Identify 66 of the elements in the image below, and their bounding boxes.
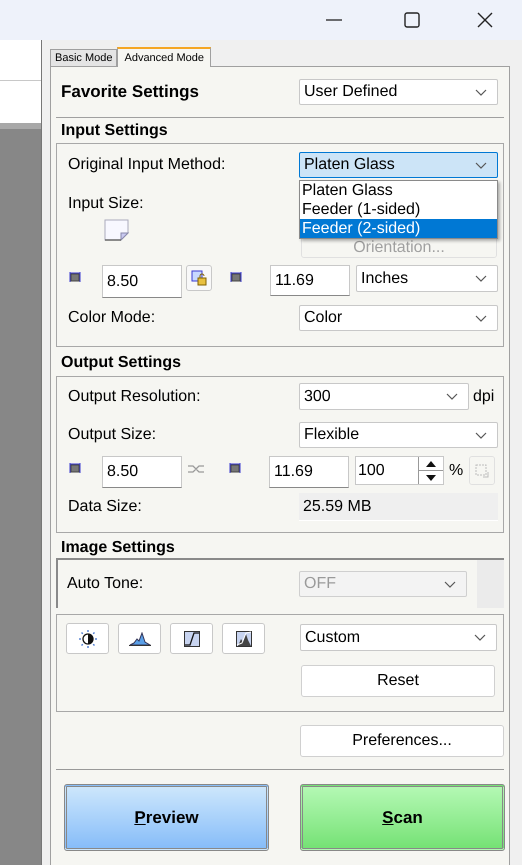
dropdown-option[interactable]: Feeder (2-sided) — [300, 219, 497, 238]
chevron-icon — [474, 634, 486, 641]
histogram-icon — [128, 632, 150, 646]
dropdown-option[interactable]: Platen Glass — [300, 181, 497, 200]
chevron-icon — [475, 275, 487, 282]
section-title: Input Settings — [60, 122, 169, 140]
section-title: Output Settings — [60, 354, 182, 372]
field-label: Output Resolution: — [68, 388, 201, 404]
section-title: Image Settings — [60, 539, 176, 557]
field-label: Data Size: — [68, 498, 142, 515]
curve-icon — [184, 630, 200, 646]
scale-spinner[interactable]: 100 — [355, 456, 444, 485]
swap-icon — [188, 464, 204, 474]
output-size-dropdown[interactable]: Flexible — [299, 422, 498, 448]
up-arrow-icon[interactable] — [426, 460, 436, 466]
height-icon — [230, 271, 242, 283]
field-label: Original Input Method: — [68, 156, 226, 173]
data-size-field: 25.59 MB — [299, 493, 498, 521]
height-icon — [229, 462, 241, 474]
adjustment-dropdown[interactable]: Custom — [300, 624, 497, 651]
tab[interactable]: Advanced Mode — [117, 47, 211, 67]
number-field[interactable]: 11.69 — [269, 456, 349, 488]
dropdown-option[interactable]: Feeder (1-sided) — [300, 200, 497, 219]
preferences-button[interactable]: Preferences... — [300, 725, 504, 757]
tone-curve-button[interactable] — [170, 623, 213, 654]
curve-histogram-button[interactable] — [222, 623, 265, 654]
field-label: Output Size: — [68, 426, 156, 443]
field-label: Favorite Settings — [60, 81, 199, 104]
frame-icon — [475, 464, 490, 478]
close-icon[interactable] — [477, 12, 493, 28]
maximize-icon[interactable] — [404, 12, 420, 28]
width-icon — [69, 271, 81, 283]
down-arrow-icon[interactable] — [426, 474, 436, 480]
number-field[interactable]: 11.69 — [270, 265, 350, 296]
color-mode-dropdown[interactable]: Color — [299, 305, 498, 331]
lock-button[interactable] — [186, 265, 212, 291]
field-label: Auto Tone: — [67, 575, 144, 592]
minimize-icon[interactable] — [326, 19, 342, 21]
curve-histogram-icon — [236, 630, 252, 646]
preview-button[interactable]: Preview — [64, 784, 269, 851]
brightness-button[interactable] — [66, 623, 109, 654]
brightness-contrast-icon — [78, 630, 96, 648]
width-icon — [69, 462, 81, 474]
chevron-icon — [475, 88, 487, 96]
input-method-dropdown[interactable]: Platen Glass — [299, 152, 498, 178]
field-label: Input Size: — [68, 194, 144, 214]
scan-button[interactable]: Scan — [300, 784, 505, 851]
unit-label: % — [449, 461, 464, 481]
chevron-icon — [444, 580, 456, 588]
reset-button[interactable]: Reset — [301, 665, 495, 697]
number-field[interactable]: 8.50 — [102, 456, 182, 488]
field-label: Color Mode: — [68, 309, 156, 326]
unit-label: dpi — [473, 386, 494, 406]
units-dropdown[interactable]: Inches — [356, 265, 498, 292]
tab[interactable]: Basic Mode — [50, 49, 118, 66]
favorite-settings-dropdown[interactable]: User Defined — [299, 79, 498, 105]
chevron-icon — [446, 393, 458, 400]
lock-icon — [191, 270, 207, 286]
chevron-icon — [475, 314, 487, 322]
histogram-button[interactable] — [118, 623, 161, 654]
number-field[interactable]: 8.50 — [102, 265, 182, 298]
chevron-icon — [475, 162, 487, 168]
scrollbar-track — [477, 560, 504, 608]
resolution-dropdown[interactable]: 300 — [299, 383, 469, 410]
paper-icon — [104, 219, 130, 241]
chevron-icon — [475, 432, 487, 438]
